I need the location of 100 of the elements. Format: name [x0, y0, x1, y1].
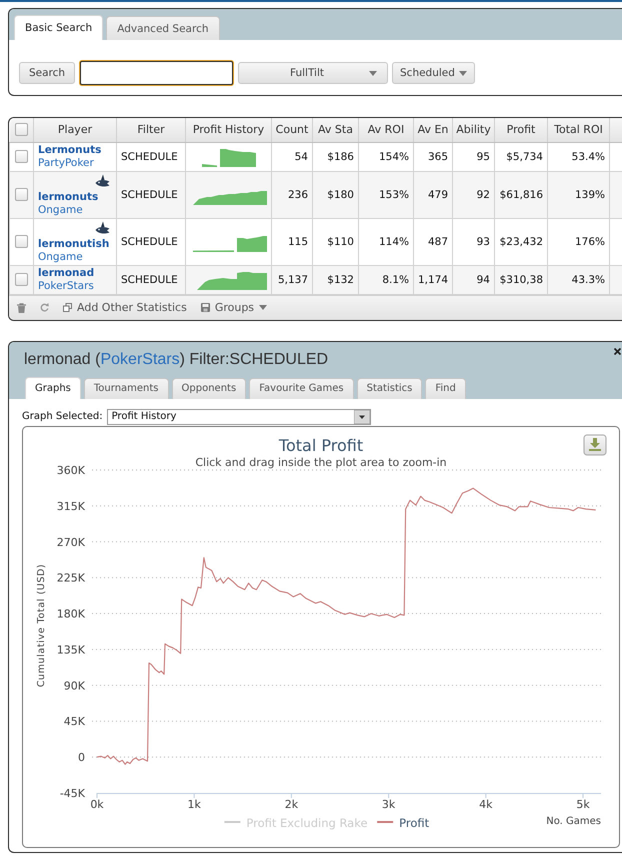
column-header[interactable]: Av ROI — [358, 118, 414, 142]
tab[interactable]: Opponents — [172, 378, 246, 398]
x-tick-label: 3k — [382, 798, 396, 810]
x-tick-label: 0k — [90, 798, 104, 810]
column-header[interactable]: Av Sta — [312, 118, 358, 142]
chart-subtitle: Click and drag inside the plot area to zoom-in — [195, 456, 447, 468]
download-icon — [589, 438, 601, 450]
tab[interactable]: Tournaments — [84, 378, 169, 398]
y-tick-label: 45K — [64, 714, 85, 728]
table-cell: 92 — [452, 171, 494, 218]
caret-icon — [354, 410, 370, 424]
player-link[interactable]: lermonuts — [38, 190, 98, 204]
y-tick-label: -45K — [60, 786, 85, 800]
legend-label: Profit — [399, 816, 430, 830]
table-cell: 53.4% — [548, 142, 610, 171]
floppy-icon — [200, 303, 210, 312]
refresh-icon[interactable] — [40, 302, 49, 313]
table-cell: $23,432 — [494, 218, 548, 265]
field-label: Graph Selected: — [22, 411, 103, 422]
window-icon — [63, 303, 72, 312]
table-cell: $61,816 — [494, 171, 548, 218]
tab[interactable]: Graphs — [25, 376, 81, 398]
table-cell: 114% — [358, 218, 414, 265]
legend-item[interactable]: Profit — [377, 816, 430, 830]
caret-icon — [259, 305, 268, 310]
column-header[interactable]: Count — [272, 118, 312, 142]
x-tick-label: 4k — [479, 798, 492, 810]
y-tick-label: 225K — [56, 571, 85, 584]
table-cell: 115 — [272, 218, 312, 265]
tab[interactable]: Favourite Games — [249, 378, 354, 398]
table-cell: SCHEDULE — [116, 265, 186, 294]
table-cell: $5,734 — [494, 142, 548, 171]
site-link[interactable]: Ongame — [38, 250, 83, 264]
search-field[interactable] — [80, 61, 233, 85]
y-tick-label: 315K — [56, 499, 85, 512]
table-cell: 365 — [414, 142, 452, 171]
table-cell: SCHEDULE — [116, 142, 186, 171]
graph-select[interactable]: Profit History — [106, 408, 371, 424]
player-link[interactable]: Lermonuts — [38, 144, 102, 156]
table-cell: 54 — [272, 142, 312, 171]
y-axis-title: Cumulative Total (USD) — [36, 563, 47, 687]
close-icon[interactable] — [614, 348, 621, 354]
table-cell: 94 — [452, 265, 494, 294]
site-link[interactable]: Ongame — [38, 204, 83, 216]
tab[interactable]: Find — [425, 378, 466, 398]
y-tick-label: 0 — [78, 750, 85, 764]
y-tick-label: 90K — [64, 678, 85, 692]
table-cell: 487 — [414, 218, 452, 265]
table-cell: 95 — [452, 142, 494, 171]
site-dropdown[interactable]: FullTilt — [238, 62, 388, 84]
select-all-checkbox[interactable] — [14, 123, 28, 136]
table-cell: $110 — [312, 218, 358, 265]
table-cell: 43.3% — [548, 265, 610, 294]
table-cell: 153% — [358, 171, 414, 218]
caret-icon — [458, 70, 467, 76]
x-tick-label: 2k — [284, 798, 298, 810]
x-tick-label: 5k — [576, 798, 590, 810]
groups-button[interactable]: Groups — [200, 301, 268, 314]
table-cell: 8.1% — [358, 265, 414, 294]
table-cell: 1,174 — [414, 265, 452, 294]
x-axis-title: No. Games — [546, 816, 601, 826]
site-link[interactable]: PartyPoker — [38, 156, 94, 170]
tab[interactable]: Advanced Search — [106, 16, 220, 40]
column-header[interactable]: Player — [34, 118, 116, 142]
tab[interactable]: Basic Search — [14, 15, 104, 40]
trash-icon[interactable] — [17, 302, 26, 312]
add-statistics-button[interactable]: Add Other Statistics — [63, 301, 187, 314]
table-cell: $180 — [312, 171, 358, 218]
player-link[interactable]: lermonutish — [38, 238, 110, 250]
table-cell: 236 — [272, 171, 312, 218]
row-checkbox[interactable] — [15, 235, 28, 248]
legend-line-icon — [377, 820, 394, 822]
site-link[interactable]: PokerStars — [38, 280, 94, 292]
player-link[interactable]: lermonad — [38, 266, 94, 280]
table-cell: 5,137 — [272, 265, 312, 294]
column-header[interactable]: Filter — [116, 118, 186, 142]
column-header[interactable]: Profit History — [186, 118, 272, 142]
tab[interactable]: Statistics — [356, 378, 422, 398]
x-tick-label: 1k — [188, 798, 201, 810]
table-cell: 154% — [358, 142, 414, 171]
chart-title: Total Profit — [278, 436, 364, 454]
table-cell: 479 — [414, 171, 452, 218]
table-cell: $186 — [312, 142, 358, 171]
column-header[interactable]: Ability — [452, 118, 494, 142]
download-button[interactable] — [584, 434, 606, 455]
table-cell: $132 — [312, 265, 358, 294]
y-tick-label: 270K — [56, 535, 85, 548]
caret-icon — [369, 70, 377, 76]
column-header[interactable]: Profit — [494, 118, 548, 142]
status-dropdown[interactable]: Scheduled — [392, 62, 475, 84]
search-button[interactable]: Search — [19, 62, 75, 84]
table-cell: 139% — [548, 171, 610, 218]
row-checkbox[interactable] — [15, 150, 28, 163]
row-checkbox[interactable] — [15, 188, 28, 201]
column-header[interactable]: Total ROI — [548, 118, 610, 142]
panel-title: lermonad (PokerStars) Filter:SCHEDULED — [24, 350, 328, 370]
y-tick-label: 180K — [56, 607, 85, 620]
row-checkbox[interactable] — [15, 273, 28, 286]
table-cell: 176% — [548, 218, 610, 265]
column-header[interactable]: Av En — [414, 118, 452, 142]
